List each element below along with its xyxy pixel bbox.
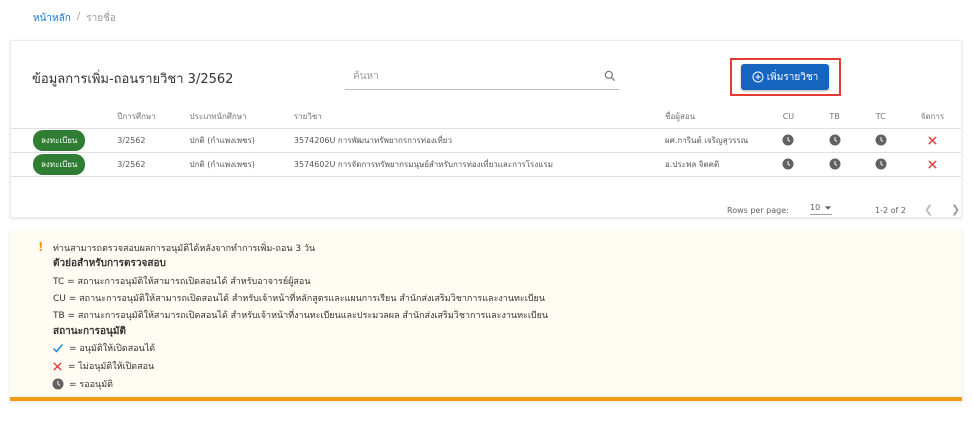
course-cell: 3574602U การจัดการทรัพยากรมนุษย์สำหรับกา…: [293, 152, 666, 177]
breadcrumb: หน้าหลัก / รายชื่อ: [33, 11, 116, 26]
close-icon: [53, 361, 62, 371]
student-type-cell: ปกติ (กำแพงเพชร): [189, 152, 294, 177]
year-cell: 3/2562: [107, 152, 190, 177]
abbreviation-cu: CU = สถานะการอนุมัติให้สามารถเปิดสอนได้ …: [53, 294, 545, 304]
teacher-cell: ผศ.การินต์ เจริญสุวรรณ: [665, 128, 766, 153]
delete-icon[interactable]: [927, 135, 938, 146]
header-actions: จัดการ: [903, 106, 961, 129]
notice-message: ท่านสามารถตรวจสอบผลการอนุมัติได้หลังจากท…: [53, 244, 316, 254]
year-cell: 3/2562: [107, 128, 190, 153]
abbreviation-heading: ตัวย่อสำหรับการตรวจสอบ: [53, 258, 166, 269]
dropdown-arrow-icon: [824, 205, 832, 210]
table-header-row: ปีการศึกษา ประเภทนักศึกษา รายวิชา ชื่อผู…: [11, 106, 961, 129]
table-row: ลงทะเบียน 3/2562 ปกติ (กำแพงเพชร) 357420…: [11, 128, 961, 153]
breadcrumb-home-link[interactable]: หน้าหลัก: [33, 11, 71, 26]
header-tb: TB: [811, 106, 858, 129]
legend-pending: = รออนุมัติ: [52, 377, 113, 391]
abbreviation-tb: TB = สถานะการอนุมัติให้สามารถเปิดสอนได้ …: [53, 311, 549, 321]
previous-page-icon[interactable]: ❮: [924, 203, 933, 216]
rows-per-page-value: 10: [810, 203, 821, 212]
course-table: ปีการศึกษา ประเภทนักศึกษา รายวิชา ชื่อผู…: [11, 106, 961, 177]
teacher-cell: อ.ประพล จิตคติ: [665, 152, 766, 177]
clock-icon: [782, 158, 794, 170]
clock-icon: [829, 134, 841, 146]
clock-icon: [52, 378, 64, 390]
page-title: ข้อมูลการเพิ่ม-ถอนรายวิชา 3/2562: [32, 72, 234, 87]
header-cu: CU: [765, 106, 812, 129]
status-badge: ลงทะเบียน: [33, 129, 86, 151]
breadcrumb-current: รายชื่อ: [86, 13, 116, 24]
legend-rejected-label: = ไม่อนุมัติให้เปิดสอน: [68, 362, 155, 372]
legend-rejected: = ไม่อนุมัติให้เปิดสอน: [52, 359, 154, 373]
student-type-cell: ปกติ (กำแพงเพชร): [189, 128, 294, 153]
clock-icon: [782, 134, 794, 146]
abbreviation-tc: TC = สถานะการอนุมัติให้สามารถเปิดสอนได้ …: [53, 277, 311, 287]
header-course: รายวิชา: [293, 106, 666, 129]
next-page-icon[interactable]: ❯: [951, 203, 960, 216]
search-box: [345, 64, 619, 90]
clock-icon: [875, 158, 887, 170]
search-input[interactable]: [345, 64, 595, 89]
rows-per-page-label: Rows per page:: [727, 206, 789, 215]
clock-icon: [875, 134, 887, 146]
header-student-type: ประเภทนักศึกษา: [189, 106, 294, 129]
breadcrumb-separator: /: [76, 11, 81, 22]
pagination-range: 1-2 of 2: [875, 206, 906, 215]
add-course-button[interactable]: เพิ่มรายวิชา: [741, 64, 829, 90]
status-heading: สถานะการอนุมัติ: [53, 326, 126, 337]
legend-approved-label: = อนุมัติให้เปิดสอนได้: [69, 344, 156, 354]
course-cell: 3574206U การพัฒนาทรัพยากรการท่องเที่ยว: [293, 128, 666, 153]
add-course-button-label: เพิ่มรายวิชา: [766, 71, 819, 83]
approval-notice-panel: ! ท่านสามารถตรวจสอบผลการอนุมัติได้หลังจา…: [10, 229, 962, 401]
plus-circle-icon: [752, 71, 764, 83]
search-icon[interactable]: [603, 69, 617, 83]
legend-pending-label: = รออนุมัติ: [69, 380, 113, 390]
clock-icon: [829, 158, 841, 170]
status-badge: ลงทะเบียน: [33, 153, 86, 175]
header-year: ปีการศึกษา: [107, 106, 190, 129]
header-teacher: ชื่อผู้สอน: [665, 106, 766, 129]
warning-icon: !: [38, 240, 44, 254]
rows-per-page-select[interactable]: 10: [810, 203, 833, 215]
header-status: [11, 106, 108, 129]
check-icon: [52, 344, 64, 353]
delete-icon[interactable]: [927, 159, 938, 170]
legend-approved: = อนุมัติให้เปิดสอนได้: [52, 341, 155, 355]
header-tc: TC: [857, 106, 904, 129]
table-row: ลงทะเบียน 3/2562 ปกติ (กำแพงเพชร) 357460…: [11, 152, 961, 177]
course-list-card: ข้อมูลการเพิ่ม-ถอนรายวิชา 3/2562 เพิ่มรา…: [10, 40, 962, 218]
